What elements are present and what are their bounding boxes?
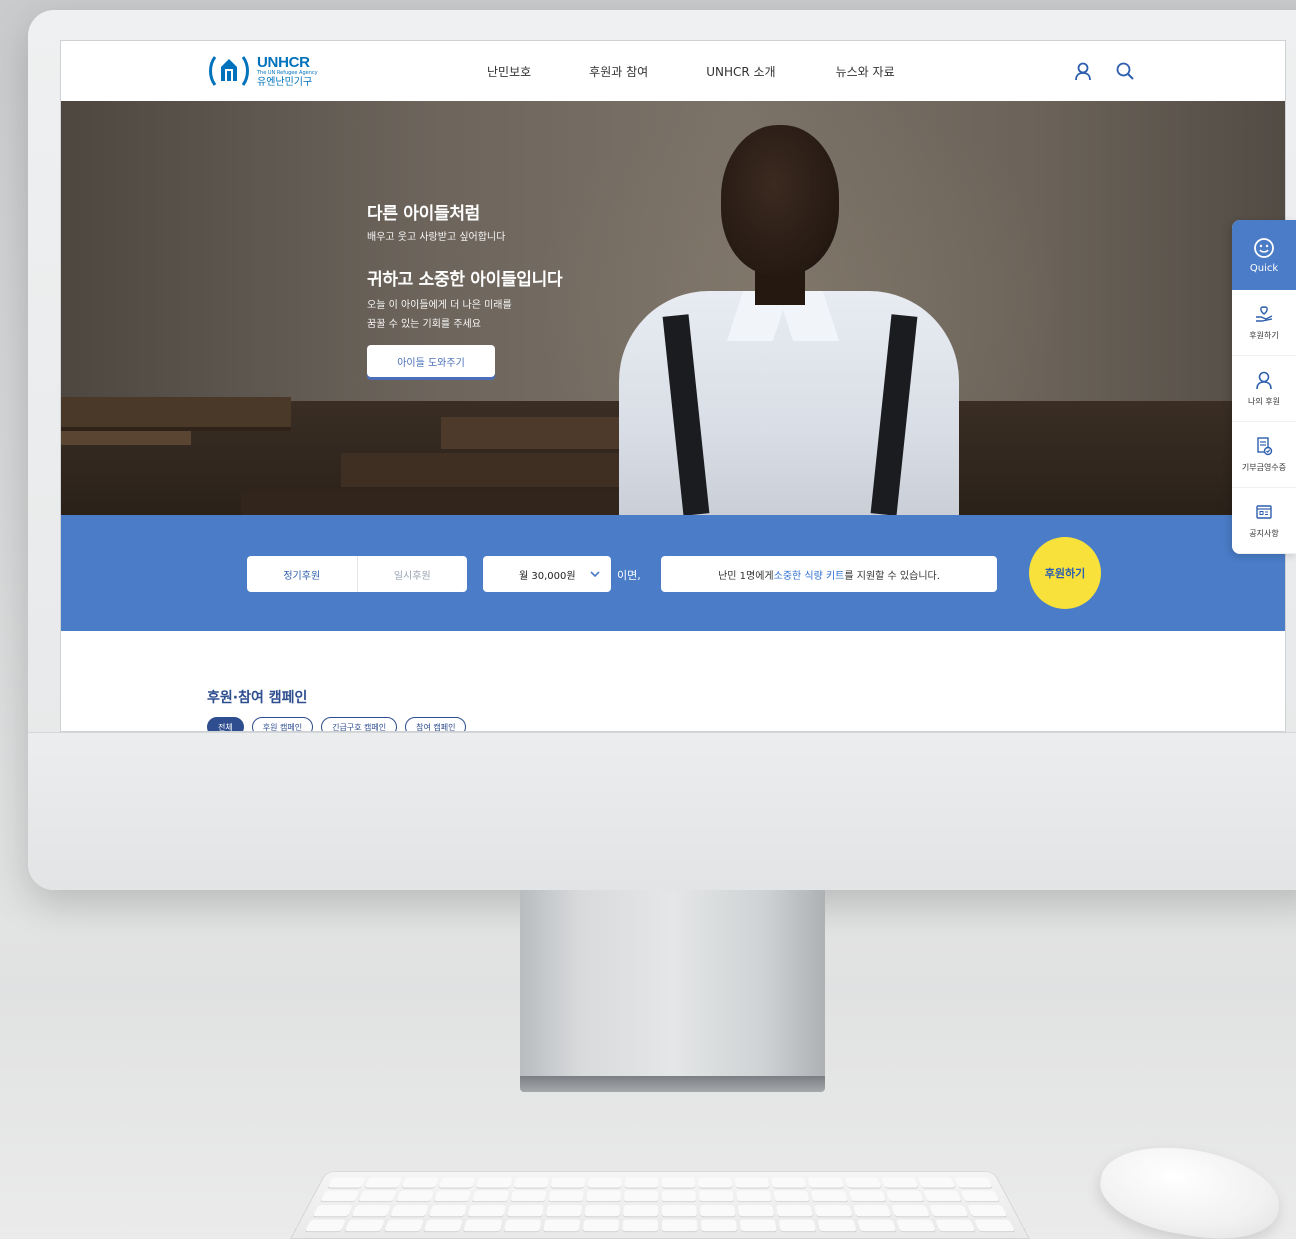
chip-emergency-campaign[interactable]: 긴급구호 캠페인 bbox=[321, 717, 398, 731]
help-children-button[interactable]: 아이들 도와주기 bbox=[367, 345, 495, 377]
hero-headline-1: 다른 아이들처럼 bbox=[367, 204, 480, 224]
hero-banner: 다른 아이들처럼 배우고 웃고 사랑받고 싶어합니다 귀하고 소중한 아이들입니… bbox=[61, 101, 1285, 515]
quick-menu: Quick 후원하기 나의 후원 기부금영수증 공지사항 bbox=[1232, 220, 1296, 554]
search-icon[interactable] bbox=[1115, 61, 1135, 81]
impact-text-post: 를 지원할 수 있습니다. bbox=[844, 570, 940, 582]
amount-select[interactable]: 월 30,000원 bbox=[483, 556, 611, 592]
smile-icon bbox=[1254, 237, 1274, 258]
logo-name: UNHCR bbox=[257, 53, 310, 71]
impact-text-highlight: 소중한 식량 키트 bbox=[773, 570, 845, 582]
nav-support-participate[interactable]: 후원과 참여 bbox=[589, 63, 648, 80]
donate-button[interactable]: 후원하기 bbox=[1029, 537, 1101, 609]
quick-notice-label: 공지사항 bbox=[1249, 529, 1279, 538]
quick-donate[interactable]: 후원하기 bbox=[1232, 290, 1296, 356]
quick-notice[interactable]: 공지사항 bbox=[1232, 488, 1296, 554]
nav-refugee-protection[interactable]: 난민보호 bbox=[487, 63, 531, 80]
main-nav: 난민보호 후원과 참여 UNHCR 소개 뉴스와 자료 bbox=[487, 63, 953, 80]
hero-desk bbox=[61, 397, 291, 427]
option-regular-donation[interactable]: 정기후원 bbox=[247, 556, 357, 592]
receipt-icon bbox=[1257, 437, 1273, 456]
amount-suffix: 이면, bbox=[617, 569, 641, 582]
quick-donate-label: 후원하기 bbox=[1249, 331, 1279, 340]
quick-receipt-label: 기부금영수증 bbox=[1241, 463, 1287, 472]
impact-text-pre: 난민 1명에게 bbox=[718, 570, 774, 582]
keyboard bbox=[290, 1171, 1030, 1239]
hero-subline-3: 꿈꿀 수 있는 기회를 주세요 bbox=[367, 319, 481, 330]
monitor-stand bbox=[520, 890, 825, 1085]
campaign-section-title: 후원·참여 캠페인 bbox=[207, 690, 308, 706]
quick-my-donation[interactable]: 나의 후원 bbox=[1232, 356, 1296, 422]
monitor-stand-foot bbox=[520, 1076, 825, 1092]
hero-child-head bbox=[721, 125, 839, 275]
nav-about-unhcr[interactable]: UNHCR 소개 bbox=[706, 63, 775, 80]
chip-support-campaign[interactable]: 후원 캠페인 bbox=[251, 717, 314, 731]
amount-value: 월 30,000원 bbox=[519, 570, 576, 582]
hero-subline-1: 배우고 웃고 사랑받고 싶어합니다 bbox=[367, 232, 506, 243]
quick-my-donation-label: 나의 후원 bbox=[1248, 397, 1280, 406]
campaign-filter-chips: 전체 후원 캠페인 긴급구호 캠페인 참여 캠페인 bbox=[207, 717, 467, 731]
option-one-time-donation[interactable]: 일시후원 bbox=[356, 556, 468, 592]
donation-impact-message: 난민 1명에게 소중한 식량 키트 를 지원할 수 있습니다. bbox=[661, 556, 997, 592]
logo-subtitle: The UN Refugee Agency bbox=[257, 69, 318, 76]
hero-headline-2: 귀하고 소중한 아이들입니다 bbox=[367, 270, 563, 290]
hero-copy: 다른 아이들처럼 배우고 웃고 사랑받고 싶어합니다 귀하고 소중한 아이들입니… bbox=[367, 199, 563, 330]
unhcr-logo[interactable]: UNHCR The UN Refugee Agency 유엔난민기구 bbox=[207, 51, 318, 91]
user-icon bbox=[1256, 371, 1272, 390]
monitor-chin bbox=[28, 732, 1296, 890]
logo-korean: 유엔난민기구 bbox=[257, 76, 313, 88]
quick-menu-title: Quick bbox=[1249, 262, 1279, 274]
chip-all[interactable]: 전체 bbox=[207, 717, 244, 731]
chip-participation-campaign[interactable]: 참여 캠페인 bbox=[405, 717, 467, 731]
notice-icon bbox=[1256, 505, 1272, 519]
quick-receipt[interactable]: 기부금영수증 bbox=[1232, 422, 1296, 488]
site-header: UNHCR The UN Refugee Agency 유엔난민기구 난민보호 … bbox=[61, 41, 1285, 101]
donation-type-toggle: 정기후원 일시후원 bbox=[247, 556, 467, 592]
screen: UNHCR The UN Refugee Agency 유엔난민기구 난민보호 … bbox=[60, 40, 1286, 732]
donate-bar: 정기후원 일시후원 월 30,000원 이면, 난민 1명에게 소중한 식량 키… bbox=[61, 515, 1285, 631]
heart-hand-icon bbox=[1256, 306, 1273, 322]
hero-desk bbox=[61, 431, 191, 445]
unhcr-laurel-icon bbox=[209, 56, 249, 86]
nav-news-resources[interactable]: 뉴스와 자료 bbox=[836, 63, 895, 80]
chevron-down-icon bbox=[590, 571, 600, 578]
user-icon[interactable] bbox=[1073, 61, 1093, 81]
quick-menu-header[interactable]: Quick bbox=[1232, 220, 1296, 290]
hero-desk bbox=[441, 417, 641, 449]
header-icons bbox=[1073, 61, 1135, 81]
logo-text: UNHCR The UN Refugee Agency 유엔난민기구 bbox=[257, 55, 318, 88]
hero-subline-2: 오늘 이 아이들에게 더 나은 미래를 bbox=[367, 300, 512, 311]
